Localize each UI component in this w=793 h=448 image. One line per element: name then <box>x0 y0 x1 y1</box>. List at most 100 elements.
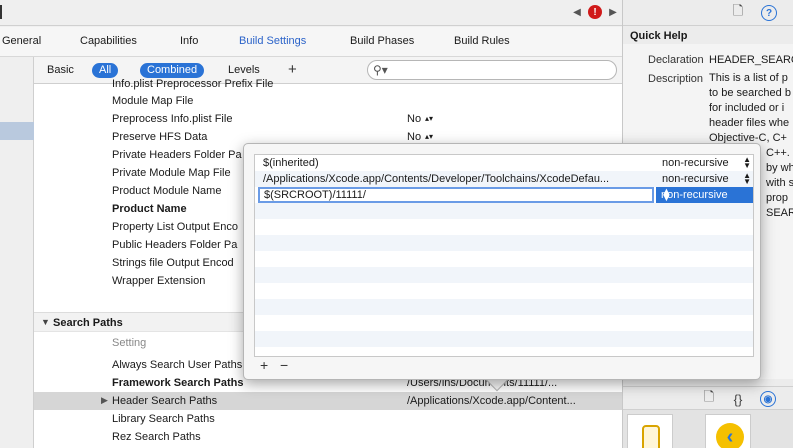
table-row[interactable]: Rez Search Paths <box>34 428 622 446</box>
list-item[interactable]: $(inherited) non-recursive ▲ ▼ <box>255 155 753 171</box>
setting-name: Product Module Name <box>112 185 222 197</box>
empty-row <box>255 315 753 331</box>
empty-row <box>255 347 753 356</box>
library-item-navigation[interactable]: ‹ <box>705 414 751 448</box>
list-item-editing[interactable]: $(SRCROOT)/11111/ non-recursive ▲ ▼ <box>255 187 753 204</box>
code-snippet-icon[interactable]: {} <box>730 391 746 407</box>
declaration-label: Declaration <box>648 54 704 66</box>
empty-row <box>255 299 753 315</box>
empty-row <box>255 251 753 267</box>
description-line: C++. <box>766 147 790 159</box>
popover-footer: + − <box>254 357 754 375</box>
setting-name: Library Search Paths <box>112 413 215 425</box>
tab-capabilities[interactable]: Capabilities <box>80 35 137 47</box>
setting-name: Preprocess Info.plist File <box>112 113 233 125</box>
search-path-value[interactable]: /Applications/Xcode.app/Contents/Develop… <box>263 173 609 185</box>
editor-tab-bar: General Capabilities Info Build Settings… <box>0 27 622 57</box>
remove-path-button[interactable]: − <box>280 357 288 373</box>
tab-build-phases[interactable]: Build Phases <box>350 35 414 47</box>
setting-name: Preserve HFS Data <box>112 131 208 143</box>
search-path-list: $(inherited) non-recursive ▲ ▼ /Applicati… <box>254 154 754 357</box>
setting-column-header: Setting <box>112 337 147 349</box>
filter-all-button[interactable]: All <box>92 63 119 78</box>
stepper-icon[interactable]: ▴▾ <box>425 132 433 141</box>
add-setting-button[interactable]: + <box>288 61 297 78</box>
disclosure-triangle-icon[interactable]: ▶ <box>101 395 108 406</box>
tab-info[interactable]: Info <box>180 35 198 47</box>
description-line: header files whe <box>709 117 790 129</box>
description-line: SEARC <box>766 207 793 219</box>
setting-value[interactable]: No <box>407 131 421 143</box>
setting-name: Strings file Output Encod <box>112 257 234 269</box>
issue-navigator: ◀ ! ▶ <box>572 5 618 19</box>
filter-basic-button[interactable]: Basic <box>47 64 74 76</box>
tab-build-settings[interactable]: Build Settings <box>239 35 306 47</box>
description-label: Description <box>648 73 704 85</box>
empty-row <box>255 203 753 219</box>
next-issue-button[interactable]: ▶ <box>608 5 618 19</box>
table-row[interactable]: Preprocess Info.plist File No ▴▾ <box>34 110 622 128</box>
setting-name: Module Map File <box>112 95 194 107</box>
object-library-icon[interactable]: ◉ <box>760 391 776 407</box>
object-library: ‹ <box>623 410 793 448</box>
table-row[interactable]: Module Map File <box>34 92 622 110</box>
setting-name: Framework Search Paths <box>112 377 244 389</box>
recursion-select-selected[interactable]: non-recursive ▲ ▼ <box>656 187 753 204</box>
setting-name: Always Search User Paths <box>112 359 243 371</box>
empty-row <box>255 283 753 299</box>
add-path-button[interactable]: + <box>260 357 268 373</box>
file-template-icon[interactable]: 🗋 <box>701 389 717 407</box>
select-arrows-icon[interactable]: ▲ ▼ <box>743 172 751 186</box>
empty-row <box>255 267 753 283</box>
selected-target-row[interactable] <box>0 122 34 140</box>
filter-combined-button[interactable]: Combined <box>140 63 205 78</box>
setting-name: Header Search Paths <box>112 395 218 407</box>
recursion-select[interactable]: non-recursive <box>662 157 729 169</box>
empty-row <box>255 219 753 235</box>
setting-value[interactable]: No <box>407 113 421 125</box>
setting-value[interactable]: /Applications/Xcode.app/Content... <box>407 395 576 407</box>
list-item[interactable]: /Applications/Xcode.app/Contents/Develop… <box>255 171 753 187</box>
library-item-view-controller[interactable] <box>627 414 673 448</box>
setting-name: Public Headers Folder Pa <box>112 239 238 251</box>
search-path-edit-field[interactable]: $(SRCROOT)/11111/ <box>258 187 654 203</box>
file-inspector-icon[interactable]: 🗋 <box>730 3 746 21</box>
tab-general[interactable]: General <box>2 35 41 47</box>
search-path-value[interactable]: $(inherited) <box>263 157 319 169</box>
empty-row <box>255 235 753 251</box>
declaration-value: HEADER_SEARCH <box>709 54 793 66</box>
description-line: by wh <box>766 162 793 174</box>
tab-build-rules[interactable]: Build Rules <box>454 35 510 47</box>
description-line: to be searched b <box>709 87 791 99</box>
window-toolbar: ◀ ! ▶ <box>0 0 622 26</box>
disclosure-triangle-icon[interactable]: ▼ <box>41 317 50 327</box>
quick-help-title: Quick Help <box>630 30 688 42</box>
description-line: with s <box>766 177 793 189</box>
table-row[interactable]: Library Search Paths <box>34 410 622 428</box>
error-alert-icon[interactable]: ! <box>588 5 602 19</box>
setting-name: Private Module Map File <box>112 167 231 179</box>
select-arrows-icon[interactable]: ▲ ▼ <box>661 187 749 204</box>
recursion-select[interactable]: non-recursive <box>662 173 729 185</box>
select-arrows-icon[interactable]: ▲ ▼ <box>743 156 751 170</box>
quick-help-icon[interactable]: ? <box>761 5 777 21</box>
header-search-paths-popover: $(inherited) non-recursive ▲ ▼ /Applicati… <box>243 143 761 380</box>
inspector-selector-bar: 🗋 ? <box>623 0 793 26</box>
previous-issue-button[interactable]: ◀ <box>572 5 582 19</box>
empty-row <box>255 331 753 347</box>
description-line: This is a list of p <box>709 72 788 84</box>
setting-name: Private Headers Folder Pa <box>112 149 242 161</box>
toolbar-divider <box>0 5 2 19</box>
settings-search-field[interactable]: ⚲▾ <box>367 60 617 80</box>
back-chevron-icon: ‹ <box>716 423 744 448</box>
description-line: prop <box>766 192 789 204</box>
filter-levels-button[interactable]: Levels <box>228 64 260 76</box>
section-title: Search Paths <box>53 317 123 329</box>
setting-name: Rez Search Paths <box>112 431 201 443</box>
search-icon: ⚲▾ <box>373 63 388 77</box>
search-path-edit-text: $(SRCROOT)/11111/ <box>264 189 366 201</box>
target-sidebar <box>0 57 34 448</box>
table-row-selected[interactable]: ▶ Header Search Paths /Applications/Xcod… <box>34 392 622 410</box>
setting-name: Wrapper Extension <box>112 275 206 287</box>
stepper-icon[interactable]: ▴▾ <box>425 114 433 123</box>
